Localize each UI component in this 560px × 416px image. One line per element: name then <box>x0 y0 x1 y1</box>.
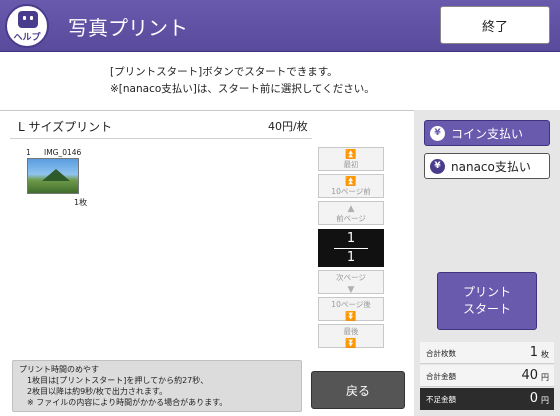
instruction-line-2: ※[nanaco支払い]は、スタート前に選択してください。 <box>110 83 375 95</box>
coin-payment-label: コイン支払い <box>451 126 524 141</box>
up-arrow-icon: ▲ <box>347 204 355 214</box>
total-amount-row: 合計金額 40 円 <box>420 365 554 387</box>
prev-page-label: 前ページ <box>336 214 366 223</box>
nanaco-payment-label: nanaco支払い <box>451 159 531 174</box>
divider <box>10 138 312 139</box>
total-count-label: 合計枚数 <box>426 349 456 358</box>
total-count-value: 1 <box>529 345 538 360</box>
shortage-label: 不足金額 <box>426 395 456 404</box>
print-time-notice: プリント時間のめやす 1枚目は[プリントスタート]を押してから約27秒、 2枚目… <box>12 360 302 412</box>
total-count-unit: 枚 <box>541 350 549 359</box>
image-copy-count: 1枚 <box>74 198 88 207</box>
last-page-icon: ⏬ <box>345 339 357 349</box>
print-size-label: L サイズプリント <box>18 120 113 134</box>
back-10-pages-button[interactable]: ⏫ 10ページ前 <box>318 174 384 198</box>
image-thumbnail[interactable] <box>27 158 79 194</box>
first-page-icon: ⏫ <box>345 150 357 160</box>
last-page-label: 最後 <box>343 327 359 336</box>
next-page-label: 次ページ <box>336 273 366 282</box>
last-page-button[interactable]: 最後 ⏬ <box>318 324 384 349</box>
yen-icon: ¥ <box>430 125 445 141</box>
shortage-unit: 円 <box>541 396 549 405</box>
total-amount-value: 40 <box>521 368 538 383</box>
nanaco-payment-button[interactable]: ¥ nanaco支払い <box>424 153 550 179</box>
help-button[interactable]: ヘルプ <box>5 4 49 48</box>
shortage-value: 0 <box>529 391 538 406</box>
notice-line-2: 2枚目以降は約9秒/枚で出力されます。 <box>27 387 168 396</box>
header-bar: ヘルプ 写真プリント 終了 <box>0 0 560 52</box>
help-face-icon <box>18 11 38 28</box>
page-fraction-bar <box>334 248 368 249</box>
prev-page-button[interactable]: ▲ 前ページ <box>318 201 384 225</box>
print-start-label-2: スタート <box>462 302 511 316</box>
first-page-button[interactable]: ⏫ 最初 <box>318 147 384 171</box>
image-index: 1 <box>26 148 31 157</box>
help-label: ヘルプ <box>13 33 41 43</box>
first-page-label: 最初 <box>343 160 359 169</box>
notice-title: プリント時間のめやす <box>19 365 99 374</box>
notice-line-3: ※ ファイルの内容により時間がかかる場合があります。 <box>27 398 228 407</box>
forward-10-pages-label: 10ページ後 <box>331 300 371 309</box>
coin-payment-button[interactable]: ¥ コイン支払い <box>424 120 550 146</box>
page-title: 写真プリント <box>68 16 188 40</box>
yen-icon: ¥ <box>430 158 445 174</box>
double-up-arrow-icon: ⏫ <box>345 177 357 187</box>
image-filename: IMG_0146 <box>44 148 82 157</box>
print-start-button[interactable]: プリント スタート <box>437 272 537 330</box>
shortage-row: 不足金額 0 円 <box>420 388 554 410</box>
total-count-row: 合計枚数 1 枚 <box>420 342 554 364</box>
back-10-pages-label: 10ページ前 <box>331 187 371 196</box>
total-amount-label: 合計金額 <box>426 372 456 381</box>
divider <box>0 110 420 111</box>
down-arrow-icon: ▼ <box>347 285 355 295</box>
print-start-label-1: プリント <box>462 285 511 299</box>
next-page-button[interactable]: 次ページ ▼ <box>318 270 384 295</box>
total-pages: 1 <box>346 250 356 265</box>
end-button[interactable]: 終了 <box>440 6 550 44</box>
instruction-message: [プリントスタート]ボタンでスタートできます。 ※[nanaco支払い]は、スタ… <box>110 64 375 98</box>
page-indicator: 1 1 <box>318 229 384 267</box>
double-down-arrow-icon: ⏬ <box>345 312 357 322</box>
total-amount-unit: 円 <box>541 373 549 382</box>
price-per-sheet: 40円/枚 <box>268 120 308 133</box>
back-button[interactable]: 戻る <box>311 371 405 409</box>
current-page: 1 <box>346 231 356 246</box>
forward-10-pages-button[interactable]: 10ページ後 ⏬ <box>318 297 384 322</box>
notice-line-1: 1枚目は[プリントスタート]を押してから約27秒、 <box>27 376 209 385</box>
instruction-line-1: [プリントスタート]ボタンでスタートできます。 <box>110 66 338 78</box>
